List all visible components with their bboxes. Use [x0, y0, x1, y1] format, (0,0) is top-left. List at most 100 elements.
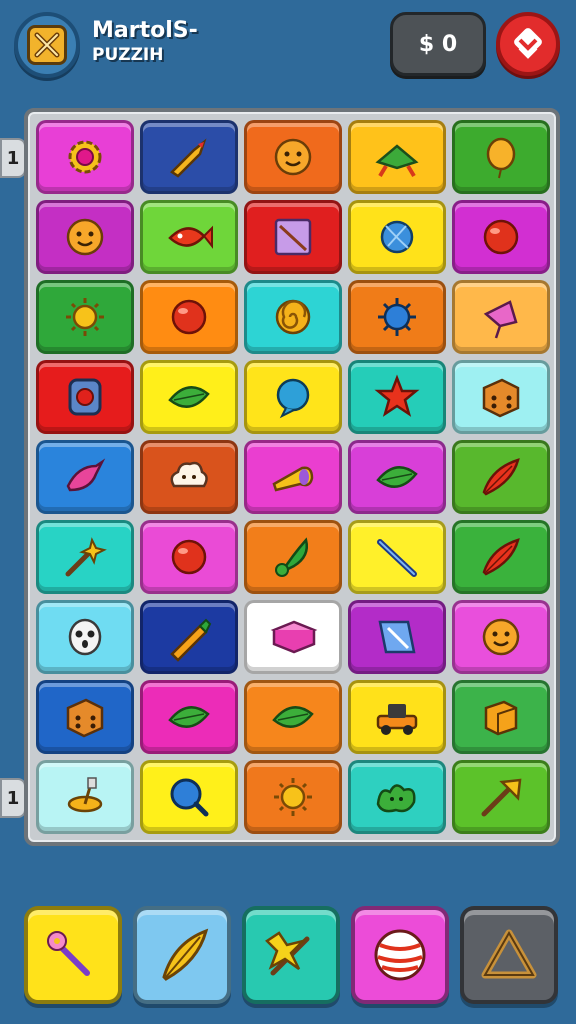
book-icon: [270, 620, 318, 654]
plant-icon: [275, 537, 308, 577]
board-tile[interactable]: [244, 280, 342, 354]
car-icon: [376, 704, 418, 735]
board-tile[interactable]: [348, 680, 446, 754]
board-tile[interactable]: [36, 360, 134, 434]
powerup-button[interactable]: [460, 906, 558, 1004]
leaf-icon: [168, 706, 210, 728]
wand-icon: [65, 537, 107, 577]
feather-icon: [482, 458, 520, 496]
board-tile[interactable]: [36, 760, 134, 834]
arrow-icon: [481, 778, 522, 817]
sun-icon: [274, 778, 312, 816]
ball-icon: [483, 219, 519, 255]
board-tile[interactable]: [244, 200, 342, 274]
pencil-icon: [170, 618, 212, 662]
powerup-button[interactable]: [351, 906, 449, 1004]
board-tile[interactable]: [348, 520, 446, 594]
board-tile[interactable]: [348, 760, 446, 834]
side-tab-bottom[interactable]: 1: [0, 778, 26, 818]
fish-icon: [168, 225, 213, 249]
board-tile[interactable]: [140, 600, 238, 674]
board-tile[interactable]: [452, 280, 550, 354]
board-tile[interactable]: [452, 680, 550, 754]
board-tile[interactable]: [348, 200, 446, 274]
stick-icon: [377, 539, 417, 577]
board-tile[interactable]: [244, 360, 342, 434]
spaceship-icon: [375, 144, 419, 178]
bubble-icon: [276, 378, 310, 419]
board-tile[interactable]: [36, 440, 134, 514]
game-title-block: MartolS- PUZZIH: [92, 18, 198, 65]
button-icon: [68, 378, 102, 416]
game-board: [24, 108, 560, 846]
face-icon: [274, 138, 312, 176]
side-tab-top[interactable]: 1: [0, 138, 26, 178]
blob-icon: [376, 784, 416, 813]
board-tile[interactable]: [244, 520, 342, 594]
board-tile[interactable]: [452, 360, 550, 434]
ball-icon: [171, 539, 207, 575]
gear-icon: [68, 140, 102, 174]
spiky-ball-icon: [378, 298, 416, 336]
triangle-icon: [481, 929, 537, 979]
board-tile[interactable]: [140, 360, 238, 434]
board-tile[interactable]: [36, 520, 134, 594]
board-tile[interactable]: [348, 280, 446, 354]
board-tile[interactable]: [244, 760, 342, 834]
board-tile[interactable]: [244, 600, 342, 674]
coins-button[interactable]: $ 0: [390, 12, 486, 76]
board-tile[interactable]: [452, 440, 550, 514]
powerup-bar: [24, 906, 558, 1004]
note-icon: [378, 620, 416, 654]
board-tile[interactable]: [140, 200, 238, 274]
board-tile[interactable]: [452, 120, 550, 194]
board-tile[interactable]: [452, 520, 550, 594]
board-tile[interactable]: [140, 120, 238, 194]
board-tile[interactable]: [348, 360, 446, 434]
face-icon: [482, 618, 520, 656]
board-tile[interactable]: [140, 760, 238, 834]
face-icon: [66, 218, 104, 256]
board-tile[interactable]: [36, 680, 134, 754]
magnifier-icon: [170, 778, 209, 817]
board-tile[interactable]: [244, 680, 342, 754]
board-tile[interactable]: [36, 600, 134, 674]
powerup-button[interactable]: [133, 906, 231, 1004]
top-bar: MartolS- PUZZIH $ 0: [0, 0, 576, 100]
board-tile[interactable]: [452, 760, 550, 834]
coins-label: $ 0: [418, 31, 458, 57]
board-tile[interactable]: [348, 440, 446, 514]
board-tile[interactable]: [140, 280, 238, 354]
menu-button[interactable]: [14, 12, 80, 78]
striped-ball-icon: [374, 929, 426, 981]
board-tile[interactable]: [348, 600, 446, 674]
board-tile[interactable]: [140, 440, 238, 514]
swirl-icon: [275, 299, 311, 335]
board-tile[interactable]: [452, 600, 550, 674]
balloon-icon: [486, 137, 516, 179]
mask-icon: [68, 618, 102, 656]
star-wand-icon: [265, 931, 310, 976]
board-tile[interactable]: [36, 120, 134, 194]
chevrons-icon: [514, 28, 542, 59]
board-tile[interactable]: [36, 280, 134, 354]
board-tile[interactable]: [140, 680, 238, 754]
leaf-icon: [168, 386, 210, 408]
flower-wand-icon: [47, 931, 90, 976]
horn-icon: [272, 466, 314, 492]
kite-icon: [483, 300, 518, 339]
board-tile[interactable]: [244, 440, 342, 514]
box-icon: [484, 700, 518, 736]
board-tile[interactable]: [36, 200, 134, 274]
powerup-button[interactable]: [242, 906, 340, 1004]
settings-button[interactable]: [496, 12, 560, 76]
board-tile[interactable]: [244, 120, 342, 194]
board-tile[interactable]: [452, 200, 550, 274]
board-tile[interactable]: [348, 120, 446, 194]
game-subtitle: PUZZIH: [92, 45, 164, 65]
spinner-icon: [67, 777, 103, 813]
side-tab-label: 1: [6, 147, 20, 169]
powerup-button[interactable]: [24, 906, 122, 1004]
dice-icon: [66, 698, 104, 738]
board-tile[interactable]: [140, 520, 238, 594]
